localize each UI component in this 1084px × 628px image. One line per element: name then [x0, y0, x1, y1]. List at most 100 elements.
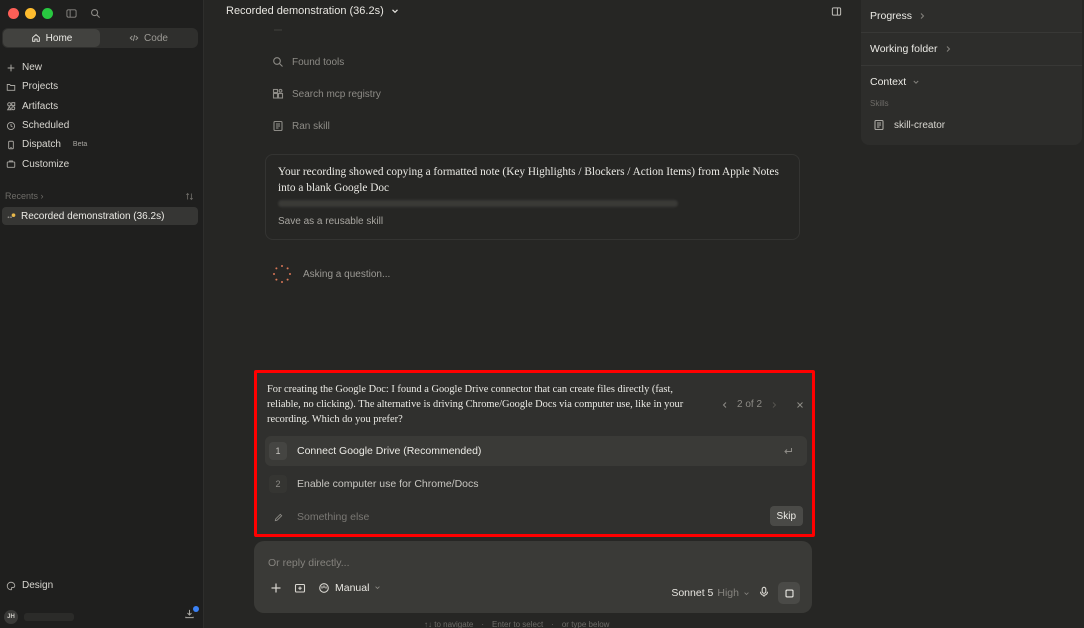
chevron-right-icon: › — [40, 191, 44, 201]
status-text: Asking a question... — [303, 268, 391, 280]
avatar: JH — [4, 610, 18, 624]
effort-level: High — [717, 587, 739, 599]
sidebar-item-label: Artifacts — [22, 100, 59, 112]
sidebar-nav: New Projects Artifacts Scheduled Dispatc… — [6, 58, 87, 174]
user-name-redacted — [24, 613, 74, 621]
chevron-right-icon — [946, 46, 950, 52]
tab-code[interactable]: Code — [100, 29, 197, 47]
beta-badge: Beta — [72, 141, 88, 149]
hint-select: Enter to select — [492, 620, 544, 628]
recent-item[interactable]: Recorded demonstration (36.2s) — [2, 207, 198, 225]
mode-label: Manual — [335, 582, 370, 594]
reply-input[interactable] — [268, 557, 748, 569]
sidebar-item-artifacts[interactable]: Artifacts — [6, 97, 87, 116]
folder-add-icon[interactable] — [294, 582, 306, 594]
working-folder-section[interactable]: Working folder — [870, 43, 952, 55]
model-name: Sonnet 5 — [671, 587, 714, 599]
skip-button[interactable]: Skip — [769, 506, 803, 526]
recents-label: Recents — [5, 191, 39, 201]
mode-switcher: Home Code — [2, 28, 198, 48]
step-item[interactable]: Found tools — [272, 56, 344, 68]
question-pager: 2 of 2 — [721, 399, 804, 410]
spinner-icon — [273, 265, 291, 283]
mode-selector[interactable]: Manual — [318, 582, 381, 594]
palette-icon — [6, 581, 16, 590]
summary-body: Your recording showed copying a formatte… — [278, 166, 779, 194]
option-label: Enable computer use for Chrome/Docs — [297, 478, 479, 490]
search-icon[interactable] — [89, 7, 101, 19]
skill-icon — [874, 119, 884, 131]
design-label: Design — [22, 580, 54, 591]
save-skill-link[interactable]: Save as a reusable skill — [278, 216, 383, 227]
registry-icon — [272, 88, 284, 99]
divider — [861, 32, 1082, 33]
chevron-right-icon[interactable] — [770, 401, 778, 409]
code-icon — [129, 34, 139, 42]
chevron-left-icon[interactable] — [721, 401, 729, 409]
tool-icon — [274, 29, 282, 31]
right-panel: Progress Working folder Context Skills s… — [861, 0, 1082, 145]
status-indicator: Asking a question... — [272, 264, 390, 284]
close-icon[interactable] — [796, 401, 804, 409]
clock-icon — [6, 121, 16, 130]
progress-label: Progress — [870, 10, 913, 22]
option-connect-google-drive[interactable]: 1 Connect Google Drive (Recommended) — [265, 436, 807, 466]
sidebar-item-label: Projects — [22, 81, 59, 93]
composer-actions: Manual — [270, 582, 381, 594]
working-folder-label: Working folder — [870, 43, 938, 55]
chevron-right-icon — [920, 13, 925, 19]
hand-icon — [319, 583, 329, 593]
step-item[interactable]: Search mcp registry — [272, 88, 381, 100]
recording-icon — [7, 213, 16, 219]
option-number: 2 — [269, 475, 287, 493]
plus-icon[interactable] — [270, 582, 282, 594]
sidebar-item-label: Scheduled — [22, 120, 70, 132]
stop-button[interactable] — [778, 582, 800, 604]
close-window-button[interactable] — [8, 7, 19, 19]
sidebar-item-label: Dispatch — [22, 139, 61, 151]
question-card: For creating the Google Doc: I found a G… — [254, 370, 815, 537]
microphone-icon[interactable] — [758, 586, 770, 601]
sort-icon[interactable] — [185, 192, 194, 201]
home-icon — [31, 34, 40, 42]
sidebar-item-label: Customize — [22, 158, 70, 170]
maximize-window-button[interactable] — [42, 7, 53, 19]
skill-name: skill-creator — [894, 119, 946, 131]
user-profile[interactable]: JH — [4, 610, 74, 624]
sidebar-item-new[interactable]: New — [6, 58, 87, 77]
sidebar-item-scheduled[interactable]: Scheduled — [6, 116, 87, 135]
redacted-line — [278, 200, 678, 207]
sidebar-item-projects[interactable]: Projects — [6, 77, 87, 96]
option-enable-computer-use[interactable]: 2 Enable computer use for Chrome/Docs — [265, 469, 807, 499]
option-something-else[interactable]: Something else Skip — [265, 502, 807, 532]
summary-text: Your recording showed copying a formatte… — [278, 165, 787, 207]
sidebar-item-design[interactable]: Design — [6, 580, 53, 591]
sidebar-toggle-icon[interactable] — [65, 7, 77, 19]
panel-toggle-icon[interactable] — [831, 6, 843, 18]
something-else-input[interactable]: Something else — [297, 511, 369, 523]
question-text: For creating the Google Doc: I found a G… — [267, 384, 684, 426]
progress-section[interactable]: Progress — [870, 10, 926, 22]
model-selector[interactable]: Sonnet 5 High — [671, 587, 750, 599]
summary-card: Your recording showed copying a formatte… — [265, 154, 800, 240]
context-section[interactable]: Context — [870, 76, 920, 88]
notification-dot — [193, 606, 199, 612]
page-title: Recorded demonstration (36.2s) — [226, 5, 384, 17]
conversation-title[interactable]: Recorded demonstration (36.2s) — [226, 5, 400, 17]
sidebar-item-label: New — [22, 62, 43, 74]
sidebar-item-customize[interactable]: Customize — [6, 154, 87, 173]
chevron-down-icon — [374, 582, 381, 594]
recents-header[interactable]: Recents › — [5, 191, 194, 201]
sidebar: Home Code New Projects Artifacts Schedul… — [0, 0, 204, 628]
minimize-window-button[interactable] — [25, 7, 36, 19]
sidebar-item-dispatch[interactable]: Dispatch Beta — [6, 135, 87, 154]
option-label: Connect Google Drive (Recommended) — [297, 445, 482, 457]
stop-icon — [784, 588, 794, 598]
enter-icon — [783, 446, 793, 456]
step-label: Found tools — [292, 56, 345, 68]
download-icon[interactable] — [184, 606, 199, 622]
step-item[interactable]: Ran skill — [272, 120, 330, 132]
skill-item[interactable]: skill-creator — [873, 119, 945, 131]
plus-icon — [7, 64, 15, 71]
tab-home[interactable]: Home — [3, 29, 100, 47]
